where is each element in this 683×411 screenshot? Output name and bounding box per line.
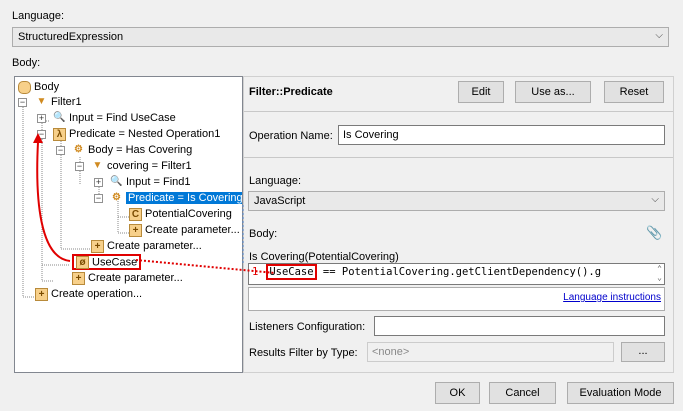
tree-item-usecase[interactable]: ø UseCase — [72, 254, 142, 270]
browse-button[interactable]: ... — [621, 342, 665, 362]
body-label: Body: — [12, 57, 41, 69]
collapse-icon[interactable]: − — [37, 130, 46, 139]
tree-item-body-has-covering[interactable]: ⚙ Body = Has Covering — [72, 142, 192, 158]
collapse-icon[interactable]: − — [94, 194, 103, 203]
tree-item-input-find1[interactable]: 🔍 Input = Find1 — [110, 174, 190, 190]
scroll-arrows-icon[interactable]: ⌃ ⌄ — [657, 264, 662, 282]
tree-item-predicate-is-covering[interactable]: ⚙ Predicate = Is Covering — [110, 190, 242, 206]
divider — [244, 111, 673, 112]
language-label: Language: — [12, 10, 64, 22]
tree-item-body[interactable]: Body — [18, 79, 59, 95]
code-usecase: UseCase — [266, 264, 317, 280]
lang-instructions-link[interactable]: Language instructions — [563, 292, 661, 303]
collapse-icon[interactable]: − — [75, 162, 84, 171]
edit-button[interactable]: Edit — [458, 81, 504, 103]
op-name-input[interactable]: Is Covering — [338, 125, 665, 145]
body-icon — [18, 80, 31, 94]
results-label: Results Filter by Type: — [249, 347, 358, 359]
divider — [244, 157, 673, 158]
panel-title: Filter::Predicate — [249, 86, 333, 98]
ok-button[interactable]: OK — [435, 382, 480, 404]
tree-item-param[interactable]: C PotentialCovering — [129, 206, 232, 222]
expand-icon[interactable]: + — [37, 114, 46, 123]
collapse-icon[interactable]: − — [18, 98, 27, 107]
body-label-2: Body: — [249, 228, 278, 240]
search-icon: 🔍 — [110, 175, 123, 187]
listeners-label: Listeners Configuration: — [249, 321, 366, 333]
tree-item-predicate[interactable]: λ Predicate = Nested Operation1 — [53, 126, 220, 142]
lambda-icon: λ — [53, 127, 66, 141]
search-icon: 🔍 — [53, 111, 66, 123]
paperclip-icon[interactable]: 📎 — [646, 225, 662, 241]
tree-item-create-param-outer[interactable]: + Create parameter... — [72, 270, 183, 286]
gear-icon: ⚙ — [112, 191, 121, 203]
chevron-down-icon: ⌵ — [651, 194, 659, 205]
signature: Is Covering(PotentialCovering) — [249, 251, 399, 263]
instructions-box: Language instructions — [248, 287, 665, 311]
plus-icon: + — [91, 239, 104, 253]
filter-icon: ▼ — [92, 159, 103, 171]
op-name-label: Operation Name: — [249, 130, 333, 142]
tree-item-input[interactable]: 🔍 Input = Find UseCase — [53, 110, 175, 126]
class-icon: C — [129, 207, 142, 221]
language-value: StructuredExpression — [18, 31, 124, 43]
collapse-icon[interactable]: − — [56, 146, 65, 155]
chevron-down-icon: ⌵ — [655, 30, 663, 41]
reset-button[interactable]: Reset — [604, 81, 664, 103]
tree-item-create-param-mid[interactable]: + Create parameter... — [91, 238, 202, 254]
use-as-button[interactable]: Use as... — [515, 81, 591, 103]
tree-item-filter[interactable]: ▼ Filter1 — [35, 94, 82, 110]
code-editor[interactable]: 1 UseCase == PotentialCovering.getClientD… — [248, 263, 665, 285]
lang-combo[interactable]: JavaScript ⌵ — [248, 191, 665, 211]
filter-icon: ▼ — [36, 95, 47, 107]
tree-item-create-param-inner[interactable]: + Create parameter... — [129, 222, 240, 238]
expand-icon[interactable]: + — [94, 178, 103, 187]
body-tree[interactable]: Body − ▼ Filter1 + 🔍 Input = Find UseCase … — [14, 76, 243, 373]
plus-icon: + — [35, 287, 48, 301]
results-input[interactable]: <none> — [367, 342, 614, 362]
gear-icon: ⚙ — [74, 143, 83, 155]
language-combo[interactable]: StructuredExpression ⌵ — [12, 27, 669, 47]
usecase-icon: ø — [76, 256, 89, 269]
lang-label: Language: — [249, 175, 301, 187]
tree-item-create-op[interactable]: + Create operation... — [35, 286, 142, 302]
listeners-input[interactable] — [374, 316, 665, 336]
plus-icon: + — [129, 223, 142, 237]
plus-icon: + — [72, 271, 85, 285]
tree-item-covering[interactable]: ▼ covering = Filter1 — [91, 158, 192, 174]
cancel-button[interactable]: Cancel — [489, 382, 556, 404]
evaluation-mode-button[interactable]: Evaluation Mode — [567, 382, 674, 404]
